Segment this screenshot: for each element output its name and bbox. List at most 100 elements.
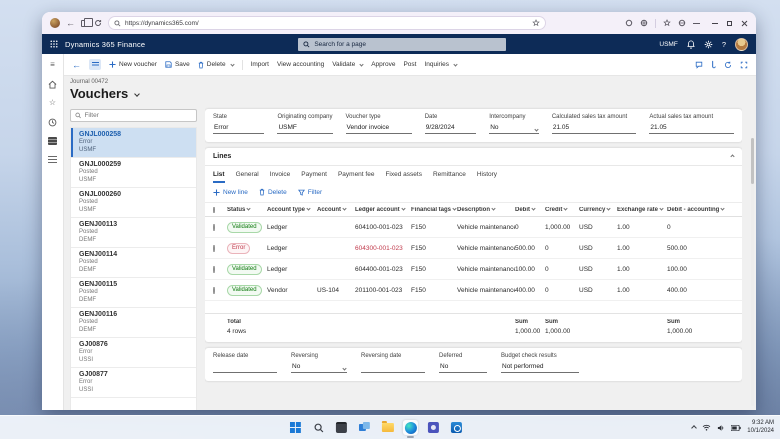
actual-sales-tax-field[interactable]: Actual sales tax amount 21.05 [649,114,734,134]
collapse-chevron-icon[interactable] [730,154,734,158]
maximize-icon[interactable] [727,21,732,26]
tab-history[interactable]: History [477,171,497,183]
delete-button[interactable]: Delete [198,61,234,69]
wifi-icon[interactable] [702,424,711,431]
validate-button[interactable]: Validate [332,61,363,68]
journal-lines-icon[interactable] [48,155,58,165]
address-bar[interactable]: https://dynamics365.com/ [108,16,546,30]
tray-expand-icon[interactable] [691,425,697,431]
col-credit[interactable]: Credit [545,207,579,213]
browser-tabs-icon[interactable] [81,20,88,27]
col-currency[interactable]: Currency [579,207,617,213]
hamburger-menu-icon[interactable]: ≡ [48,60,58,70]
line-row[interactable]: Error Ledger 604300-001-023 F150 Vehicle… [205,238,742,259]
col-ledger-account[interactable]: Ledger account [355,207,411,213]
tab-payment-fee[interactable]: Payment fee [338,171,375,183]
action-pane-toggle-icon[interactable] [89,59,101,70]
col-account[interactable]: Account [317,207,355,213]
minimize-icon[interactable] [712,23,718,24]
bookmark-icon[interactable] [532,19,540,27]
filter-button[interactable]: Filter [298,189,322,196]
row-checkbox[interactable] [213,245,215,252]
post-button[interactable]: Post [403,61,416,68]
intercompany-field[interactable]: Intercompany No [489,114,539,134]
tab-fixed-assets[interactable]: Fixed assets [385,171,422,183]
terminal-app-icon[interactable] [334,420,349,435]
col-financial-tags[interactable]: Financial tags [411,207,457,213]
tab-general[interactable]: General [236,171,259,183]
app-title[interactable]: Dynamics 365 Finance [65,40,145,49]
browser-profile-icon[interactable] [50,18,60,28]
teams-icon[interactable] [426,420,441,435]
battery-icon[interactable] [731,425,741,431]
release-date-field[interactable]: Release date [213,353,277,373]
row-checkbox[interactable] [213,287,215,294]
select-all-checkbox[interactable] [213,207,215,213]
browser-refresh-icon[interactable] [94,19,102,27]
company-picker[interactable]: USMF [659,41,677,48]
task-view-button[interactable] [357,420,372,435]
inquiries-button[interactable]: Inquiries [424,61,457,68]
active-module-icon[interactable] [48,136,58,146]
file-explorer-icon[interactable] [380,420,395,435]
line-row[interactable]: Validated Ledger 604400-001-023 F150 Veh… [205,259,742,280]
row-checkbox[interactable] [213,266,215,273]
view-accounting-button[interactable]: View accounting [277,61,324,68]
chevron-down-icon[interactable] [534,127,538,131]
date-field[interactable]: Date 9/28/2024 [425,114,476,134]
attachments-paperclip-icon[interactable] [711,60,716,69]
tab-payment[interactable]: Payment [301,171,327,183]
expand-icon[interactable] [740,61,748,69]
chevron-down-icon[interactable] [342,366,346,370]
filter-input[interactable] [84,112,192,119]
voucher-filter[interactable] [70,109,197,122]
taskbar-search-button[interactable] [311,420,326,435]
voucher-list-item[interactable]: GENJ00114 Posted DEMF [71,248,196,278]
col-status[interactable]: Status [227,207,267,213]
reversing-date-field[interactable]: Reversing date [361,353,425,373]
more-icon[interactable] [693,22,701,25]
voucher-list-item[interactable]: GENJ00115 Posted DEMF [71,278,196,308]
vertical-scrollbar[interactable] [751,138,754,406]
row-checkbox[interactable] [213,224,215,231]
user-avatar[interactable] [735,38,748,51]
notifications-bell-icon[interactable] [687,40,695,49]
deferred-field[interactable]: Deferred No [439,353,487,373]
new-line-button[interactable]: New line [213,189,248,196]
col-exchange-rate[interactable]: Exchange rate [617,207,667,213]
voucher-list-item[interactable]: GNJL000258 Error USMF [71,128,196,158]
col-account-type[interactable]: Account type [267,207,317,213]
approve-button[interactable]: Approve [371,61,395,68]
tab-invoice[interactable]: Invoice [270,171,291,183]
delete-line-button[interactable]: Delete [259,188,287,196]
start-button[interactable] [288,420,303,435]
voucher-list-item[interactable]: GENJ00113 Posted DEMF [71,218,196,248]
voucher-list-item[interactable]: GNJL000259 Posted USMF [71,158,196,188]
waffle-icon[interactable] [50,40,58,48]
extensions-icon[interactable] [678,19,686,27]
line-row[interactable]: Validated Ledger 604100-001-023 F150 Veh… [205,217,742,238]
tab-remittance[interactable]: Remittance [433,171,466,183]
col-debit[interactable]: Debit [515,207,545,213]
calculated-sales-tax-field[interactable]: Calculated sales tax amount 21.05 [552,114,637,134]
sync-icon[interactable] [625,19,633,27]
line-row[interactable]: Validated Vendor US-104 201100-001-023 F… [205,280,742,301]
col-description[interactable]: Description [457,207,515,213]
collections-icon[interactable] [640,19,648,27]
save-button[interactable]: Save [165,61,190,68]
originating-company-field[interactable]: Originating company USMF [277,114,332,134]
tab-list[interactable]: List [213,171,225,183]
close-icon[interactable] [741,20,748,27]
voucher-type-field[interactable]: Voucher type Vendor invoice [346,114,412,134]
refresh-icon[interactable] [724,61,732,69]
import-button[interactable]: Import [251,61,269,68]
favorites-icon[interactable] [663,19,671,27]
voucher-list-item[interactable]: GENJ00116 Posted DEMF [71,308,196,338]
back-arrow-icon[interactable]: ← [72,60,81,70]
new-voucher-button[interactable]: New voucher [109,61,157,68]
outlook-icon[interactable] [449,420,464,435]
home-icon[interactable] [48,79,58,89]
page-title[interactable]: Vouchers [70,86,756,101]
reversing-field[interactable]: Reversing No [291,353,347,373]
browser-back-icon[interactable]: ← [66,19,75,28]
